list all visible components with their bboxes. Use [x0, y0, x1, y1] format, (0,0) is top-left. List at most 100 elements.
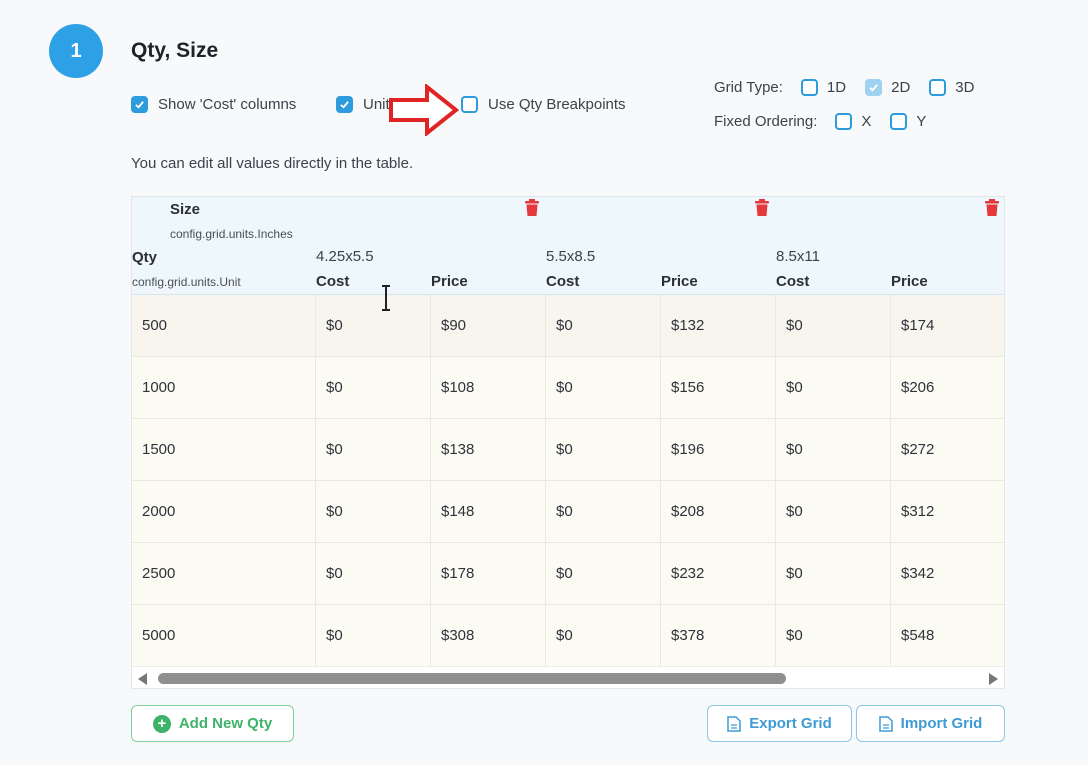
use-qty-breakpoints-label: Use Qty Breakpoints — [488, 96, 626, 113]
cost-cell[interactable]: $0 — [546, 295, 661, 356]
size-label[interactable]: 8.5x11 — [776, 248, 820, 265]
cost-cell[interactable]: $0 — [546, 605, 661, 666]
price-cell[interactable]: $206 — [891, 357, 1004, 418]
qty-cell[interactable]: 5000 — [132, 605, 316, 666]
cost-cell[interactable]: $0 — [776, 605, 891, 666]
plus-circle-icon: + — [152, 714, 171, 733]
cost-cell[interactable]: $0 — [316, 357, 431, 418]
grid-type-3d-label: 3D — [955, 79, 975, 96]
grid-type-1d-checkbox[interactable] — [800, 79, 818, 96]
scrollbar-thumb[interactable] — [158, 673, 786, 684]
table-row: 500 $0 $90 $0 $132 $0 $174 — [132, 295, 1004, 357]
price-cell[interactable]: $132 — [661, 295, 776, 356]
fixed-ordering-y-checkbox[interactable] — [890, 113, 908, 130]
price-cell[interactable]: $108 — [431, 357, 546, 418]
price-cell[interactable]: $138 — [431, 419, 546, 480]
show-cost-checkbox[interactable] — [131, 96, 148, 113]
document-icon — [727, 715, 741, 732]
qty-cell[interactable]: 2500 — [132, 543, 316, 604]
add-new-qty-label: Add New Qty — [178, 715, 273, 732]
scroll-right-icon[interactable] — [989, 673, 998, 685]
price-cell[interactable]: $156 — [661, 357, 776, 418]
fixed-ordering-label: Fixed Ordering: — [714, 113, 818, 130]
price-cell[interactable]: $312 — [891, 481, 1004, 542]
export-grid-button[interactable]: Export Grid — [707, 705, 852, 742]
column-header-price: Price — [661, 273, 698, 290]
section-title: Qty, Size — [131, 39, 219, 62]
show-cost-label: Show 'Cost' columns — [158, 96, 297, 113]
price-cell[interactable]: $148 — [431, 481, 546, 542]
cost-cell[interactable]: $0 — [776, 357, 891, 418]
grid-type-group: Grid Type: 1D 2D 3D — [714, 79, 993, 96]
grid-type-2d-checkbox[interactable] — [865, 79, 883, 96]
fixed-ordering-y[interactable]: Y — [890, 113, 926, 130]
text-cursor-icon — [382, 285, 390, 311]
column-header-cost: Cost — [316, 273, 350, 290]
use-qty-breakpoints-option[interactable]: Use Qty Breakpoints — [461, 96, 626, 113]
cost-cell[interactable]: $0 — [546, 543, 661, 604]
import-grid-label: Import Grid — [900, 715, 983, 732]
qty-cell[interactable]: 500 — [132, 295, 316, 356]
price-cell[interactable]: $378 — [661, 605, 776, 666]
fixed-ordering-y-label: Y — [916, 113, 927, 130]
horizontal-scrollbar[interactable] — [132, 666, 1004, 688]
cost-cell[interactable]: $0 — [316, 419, 431, 480]
show-cost-option[interactable]: Show 'Cost' columns — [131, 96, 296, 113]
cost-cell[interactable]: $0 — [546, 419, 661, 480]
price-cell[interactable]: $548 — [891, 605, 1004, 666]
cost-cell[interactable]: $0 — [316, 481, 431, 542]
column-header-cost: Cost — [776, 273, 810, 290]
add-new-qty-button[interactable]: + Add New Qty — [131, 705, 294, 742]
cost-cell[interactable]: $0 — [316, 605, 431, 666]
trash-icon[interactable] — [984, 199, 1000, 217]
fixed-ordering-x-checkbox[interactable] — [835, 113, 853, 130]
size-label[interactable]: 5.5x8.5 — [546, 248, 595, 265]
use-qty-breakpoints-checkbox[interactable] — [461, 96, 478, 113]
price-cell[interactable]: $178 — [431, 543, 546, 604]
price-cell[interactable]: $90 — [431, 295, 546, 356]
qty-cell[interactable]: 2000 — [132, 481, 316, 542]
cost-cell[interactable]: $0 — [776, 419, 891, 480]
grid-type-1d-label: 1D — [826, 79, 847, 96]
price-cell[interactable]: $208 — [661, 481, 776, 542]
check-icon — [135, 101, 144, 109]
cost-cell[interactable]: $0 — [316, 295, 431, 356]
column-header-price: Price — [431, 273, 468, 290]
grid-type-2d[interactable]: 2D — [865, 79, 910, 96]
size-label[interactable]: 4.25x5.5 — [316, 248, 374, 265]
table-row: 5000 $0 $308 $0 $378 $0 $548 — [132, 605, 1004, 667]
table-body: 500 $0 $90 $0 $132 $0 $174 1000 $0 $108 … — [132, 295, 1004, 667]
cost-cell[interactable]: $0 — [546, 357, 661, 418]
cost-cell[interactable]: $0 — [776, 543, 891, 604]
import-grid-button[interactable]: Import Grid — [856, 705, 1005, 742]
cost-cell[interactable]: $0 — [776, 481, 891, 542]
price-cell[interactable]: $232 — [661, 543, 776, 604]
qty-cell[interactable]: 1500 — [132, 419, 316, 480]
grid-type-2d-label: 2D — [891, 79, 911, 96]
grid-type-1d[interactable]: 1D — [800, 79, 847, 96]
qty-cell[interactable]: 1000 — [132, 357, 316, 418]
cost-cell[interactable]: $0 — [776, 295, 891, 356]
cost-cell[interactable]: $0 — [546, 481, 661, 542]
cost-cell[interactable]: $0 — [316, 543, 431, 604]
scroll-left-icon[interactable] — [138, 673, 147, 685]
step-number-badge: 1 — [49, 24, 103, 78]
size-axis-title: Size — [170, 201, 201, 218]
grid-type-3d[interactable]: 3D — [929, 79, 974, 96]
price-cell[interactable]: $272 — [891, 419, 1004, 480]
check-icon — [340, 101, 349, 109]
fixed-ordering-x-label: X — [861, 113, 872, 130]
size-axis-unit: config.grid.units.Inches — [170, 227, 293, 241]
price-cell[interactable]: $342 — [891, 543, 1004, 604]
price-cell[interactable]: $196 — [661, 419, 776, 480]
table-row: 2000 $0 $148 $0 $208 $0 $312 — [132, 481, 1004, 543]
check-icon — [869, 84, 878, 92]
grid-type-3d-checkbox[interactable] — [929, 79, 947, 96]
fixed-ordering-x[interactable]: X — [835, 113, 871, 130]
trash-icon[interactable] — [524, 199, 540, 217]
unit-price-checkbox[interactable] — [336, 96, 353, 113]
price-cell[interactable]: $174 — [891, 295, 1004, 356]
table-row: 2500 $0 $178 $0 $232 $0 $342 — [132, 543, 1004, 605]
price-cell[interactable]: $308 — [431, 605, 546, 666]
trash-icon[interactable] — [754, 199, 770, 217]
